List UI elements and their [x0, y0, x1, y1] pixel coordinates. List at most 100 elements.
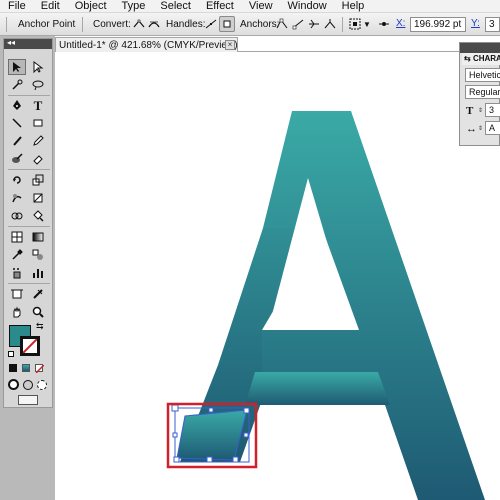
font-size-icon: T: [466, 105, 474, 117]
handle-bottom-right[interactable]: [232, 456, 239, 463]
remove-anchor-icon[interactable]: [274, 16, 290, 32]
isolate-object-icon[interactable]: [347, 16, 363, 32]
connect-anchors-icon[interactable]: [290, 16, 306, 32]
warp-tool-icon[interactable]: [8, 190, 26, 206]
tracking-icon: ↔: [466, 123, 477, 135]
color-mode-icon[interactable]: [9, 364, 17, 372]
collapse-icon[interactable]: ◂◂: [7, 38, 15, 47]
hand-tool-icon[interactable]: [8, 304, 26, 320]
rectangle-tool-icon[interactable]: [29, 115, 47, 131]
eraser-tool-icon[interactable]: [29, 151, 47, 167]
rotate-tool-icon[interactable]: [8, 172, 26, 188]
close-tab-icon[interactable]: ×: [225, 40, 235, 50]
handle-mid-left[interactable]: [172, 432, 178, 438]
document-tab[interactable]: Untitled-1* @ 421.68% (CMYK/Preview) ×: [55, 37, 238, 52]
tools-panel: ◂◂ T ⇆: [3, 38, 53, 408]
artboard-tool-icon[interactable]: [8, 286, 26, 302]
paintbrush-tool-icon[interactable]: [8, 133, 26, 149]
line-tool-icon[interactable]: [8, 115, 26, 131]
menu-window[interactable]: Window: [288, 0, 327, 12]
gradient-tool-icon[interactable]: [29, 229, 47, 245]
convert-label: Convert:: [93, 19, 131, 30]
show-handles-icon[interactable]: [203, 16, 219, 32]
tools-divider: [8, 169, 50, 170]
menu-file[interactable]: File: [8, 0, 26, 12]
menu-select[interactable]: Select: [160, 0, 191, 12]
font-family-field[interactable]: Helvetica: [465, 68, 500, 82]
handle-top-right[interactable]: [243, 407, 250, 414]
type-tool-letter: T: [33, 97, 43, 113]
draw-inside-icon[interactable]: [37, 380, 47, 390]
handle-bottom-mid[interactable]: [206, 456, 213, 463]
isolate-dropdown-icon[interactable]: ▼: [363, 13, 371, 36]
pencil-tool-icon[interactable]: [29, 133, 47, 149]
tracking-stepper-icon[interactable]: ⇕: [478, 125, 483, 132]
handle-top-left[interactable]: [171, 404, 179, 412]
letter-a-crossbar[interactable]: [245, 372, 390, 405]
artwork-canvas[interactable]: [0, 0, 500, 500]
live-paint-tool-icon[interactable]: [29, 208, 47, 224]
scale-tool-icon[interactable]: [29, 172, 47, 188]
cut-path-icon[interactable]: [306, 16, 322, 32]
slice-tool-icon[interactable]: [29, 286, 47, 302]
magic-wand-tool-icon[interactable]: [8, 77, 26, 93]
tools-divider: [8, 95, 50, 96]
blend-tool-icon[interactable]: [29, 247, 47, 263]
selection-tool-icon[interactable]: [8, 59, 26, 75]
gradient-mode-icon[interactable]: [22, 364, 30, 372]
font-style-field[interactable]: Regular: [465, 85, 500, 99]
menu-effect[interactable]: Effect: [206, 0, 234, 12]
type-tool-icon[interactable]: T: [29, 97, 47, 113]
menu-object[interactable]: Object: [75, 0, 107, 12]
pen-tool-icon[interactable]: [8, 97, 26, 113]
y-coordinate-field[interactable]: 3: [485, 17, 500, 32]
character-panel-header[interactable]: [460, 43, 500, 53]
free-transform-tool-icon[interactable]: [29, 190, 47, 206]
tools-panel-header[interactable]: ◂◂: [4, 38, 52, 49]
leading-field[interactable]: A: [485, 121, 500, 135]
panel-menu-icon[interactable]: ⇆: [464, 54, 471, 63]
control-bar-grip: [6, 17, 7, 32]
x-coordinate-field[interactable]: 196.992 pt: [410, 17, 466, 32]
eyedropper-tool-icon[interactable]: [8, 247, 26, 263]
menu-edit[interactable]: Edit: [41, 0, 60, 12]
average-anchors-icon[interactable]: [322, 16, 338, 32]
font-size-field[interactable]: 3: [485, 103, 500, 117]
document-tab-title: Untitled-1* @ 421.68% (CMYK/Preview): [59, 39, 238, 51]
swap-fill-stroke-icon[interactable]: ⇆: [36, 321, 44, 332]
hide-handles-icon[interactable]: [219, 16, 235, 32]
selection-type-label: Anchor Point: [18, 19, 76, 30]
menu-view[interactable]: View: [249, 0, 273, 12]
x-coordinate-label[interactable]: X:: [396, 18, 405, 29]
lasso-tool-icon[interactable]: [29, 77, 47, 93]
draw-normal-icon[interactable]: [8, 379, 19, 390]
none-mode-icon[interactable]: [35, 364, 44, 373]
draw-behind-icon[interactable]: [23, 380, 33, 390]
stroke-swatch[interactable]: [20, 336, 40, 356]
blob-brush-tool-icon[interactable]: [8, 151, 26, 167]
handle-mid-right[interactable]: [243, 432, 249, 438]
y-coordinate-label[interactable]: Y:: [471, 18, 480, 29]
character-tab-label: CHARACTER: [472, 54, 500, 63]
menu-type[interactable]: Type: [122, 0, 146, 12]
default-colors-icon[interactable]: [8, 351, 14, 357]
tools-divider: [8, 283, 50, 284]
shape-builder-tool-icon[interactable]: [8, 208, 26, 224]
screen-mode-icon[interactable]: [18, 395, 38, 405]
mesh-tool-icon[interactable]: [8, 229, 26, 245]
direct-selection-tool-icon[interactable]: [29, 59, 47, 75]
zoom-tool-icon[interactable]: [29, 304, 47, 320]
transform-reference-icon[interactable]: [376, 16, 392, 32]
menu-bar: File Edit Object Type Select Effect View…: [0, 0, 500, 13]
handle-bottom-left[interactable]: [173, 456, 180, 463]
handle-top-mid[interactable]: [208, 407, 214, 413]
column-graph-tool-icon[interactable]: [29, 265, 47, 281]
menu-help[interactable]: Help: [342, 0, 365, 12]
font-size-stepper-icon[interactable]: ⇕: [478, 107, 483, 114]
tools-divider: [8, 226, 50, 227]
symbol-sprayer-tool-icon[interactable]: [8, 265, 26, 281]
character-panel-tab[interactable]: ⇆ CHARACTER: [462, 53, 500, 65]
convert-to-corner-icon[interactable]: [131, 16, 147, 32]
convert-to-smooth-icon[interactable]: [146, 16, 162, 32]
control-bar-separator: [342, 17, 343, 32]
